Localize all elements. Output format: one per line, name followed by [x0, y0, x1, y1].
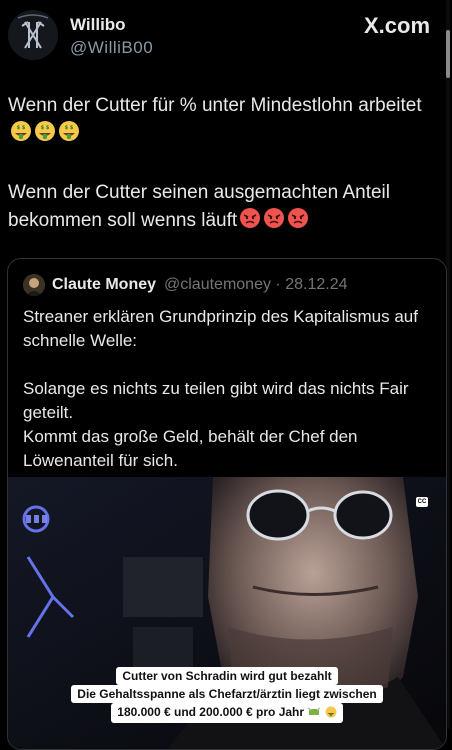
post-paragraph-1: Wenn der Cutter für % unter Mindestlohn …	[8, 92, 428, 151]
money-mouth-face-icon	[325, 706, 337, 722]
quoted-author-name[interactable]: Claute Money	[52, 276, 156, 294]
money-mouth-face-icon: $ $	[58, 120, 80, 151]
post-paragraph-1-text: Wenn der Cutter für % unter Mindestlohn …	[8, 95, 422, 116]
money-with-wings-icon	[307, 706, 321, 722]
caption-line-3-box: 180.000 € und 200.000 € pro Jahr	[111, 703, 343, 723]
author-name[interactable]: Willibo	[70, 15, 126, 35]
quoted-meta: @clautemoney · 28.12.24	[164, 276, 347, 294]
quoted-text-paragraph-3: Kommt das große Geld, behält der Chef de…	[23, 427, 358, 470]
svg-text:$ $: $ $	[65, 125, 74, 131]
x-logo: X.com	[364, 13, 431, 38]
quoted-author-handle[interactable]: @clautemoney	[164, 276, 271, 293]
post-text: Wenn der Cutter für % unter Mindestlohn …	[8, 92, 428, 266]
meta-separator: ·	[275, 276, 281, 293]
quoted-text: Streaner erklären Grundprinzip des Kapit…	[23, 305, 433, 497]
money-mouth-face-icon: $ $	[10, 120, 32, 151]
quoted-post[interactable]: Claute Money @clautemoney · 28.12.24 Str…	[7, 258, 447, 750]
post-paragraph-2: Wenn der Cutter seinen ausgemachten Ante…	[8, 179, 428, 238]
quoted-date[interactable]: 28.12.24	[285, 276, 347, 293]
avatar-emblem-icon	[8, 10, 58, 60]
quoted-text-paragraph-2: Solange es nichts zu teilen gibt wird da…	[23, 379, 409, 422]
closed-captions-icon[interactable]: CC	[416, 497, 428, 507]
caption-line-1: Cutter von Schradin wird gut bezahlt	[8, 667, 446, 685]
svg-text:$ $: $ $	[41, 125, 50, 131]
post-header: Willibo @WilliB00 X.com	[0, 0, 452, 72]
caption-line-2: Die Gehaltsspanne als Chefarzt/ärztin li…	[8, 685, 446, 703]
svg-text:$ $: $ $	[17, 125, 26, 131]
quoted-avatar[interactable]	[23, 274, 45, 296]
caption-text-2: Die Gehaltsspanne als Chefarzt/ärztin li…	[71, 685, 383, 703]
angry-face-icon	[287, 207, 309, 238]
caption-text-1: Cutter von Schradin wird gut bezahlt	[116, 667, 338, 685]
quoted-text-paragraph-1: Streaner erklären Grundprinzip des Kapit…	[23, 307, 418, 350]
post-paragraph-2-text: Wenn der Cutter seinen ausgemachten Ante…	[8, 182, 390, 231]
caption-text-3: 180.000 € und 200.000 € pro Jahr	[117, 705, 305, 719]
angry-face-icon	[263, 207, 285, 238]
author-handle[interactable]: @WilliB00	[70, 38, 153, 58]
caption-line-3: 180.000 € und 200.000 € pro Jahr	[8, 703, 446, 723]
avatar[interactable]	[8, 10, 58, 60]
money-mouth-face-icon: $ $	[34, 120, 56, 151]
angry-face-icon	[239, 207, 261, 238]
quoted-avatar-portrait-icon	[23, 274, 45, 296]
video-player[interactable]: CC Cutter von Schradin wird gut bezahlt …	[8, 477, 446, 749]
